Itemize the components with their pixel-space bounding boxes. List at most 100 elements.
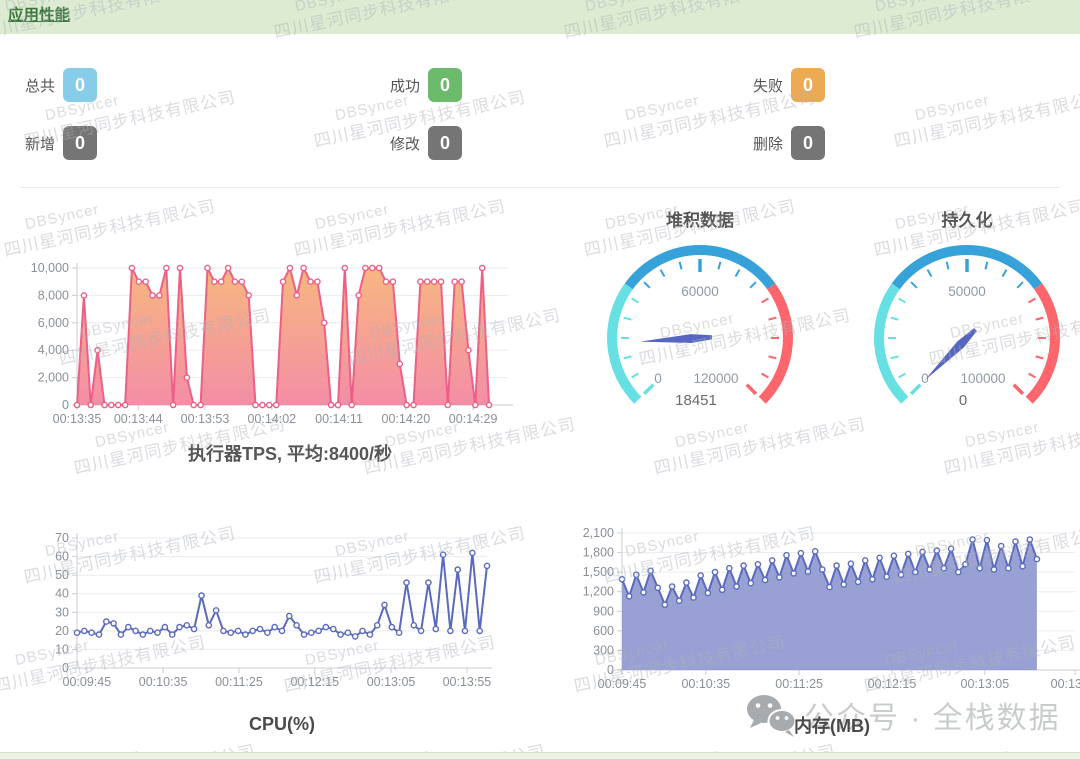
data-point-marker: [192, 626, 197, 631]
data-point-marker: [199, 593, 204, 598]
data-point-marker: [877, 555, 882, 560]
data-point-marker: [389, 625, 394, 630]
data-point-marker: [426, 580, 431, 585]
y-axis-label: 70: [55, 531, 69, 545]
series-area: [622, 540, 1037, 671]
stat-insert-label: 新增: [20, 133, 55, 154]
persist-gauge-title: 持久化: [842, 206, 1080, 231]
data-point-marker: [279, 628, 284, 633]
app-performance-page: 应用性能 总共 0 成功 0 失败 0 新增 0 修改 0 删除 0 堆积数据 …: [0, 0, 1080, 759]
data-point-marker: [239, 279, 244, 284]
data-point-marker: [170, 632, 175, 637]
data-point-marker: [466, 348, 471, 353]
data-point-marker: [662, 602, 667, 607]
x-axis-label: 00:13:05: [367, 675, 416, 689]
cpu-line-chart[interactable]: 01020304050607000:09:4500:10:3500:11:250…: [20, 525, 510, 690]
data-point-marker: [863, 558, 868, 563]
data-point-marker: [627, 594, 632, 599]
data-point-marker: [455, 567, 460, 572]
data-point-marker: [698, 573, 703, 578]
data-point-marker: [438, 279, 443, 284]
x-axis-label: 00:10:35: [681, 677, 730, 690]
stat-success: 成功 0: [385, 68, 462, 102]
data-point-marker: [315, 279, 320, 284]
data-point-marker: [274, 402, 279, 407]
data-point-marker: [827, 585, 832, 590]
memory-area-chart[interactable]: 03006009001,2001,5001,8002,10000:09:4500…: [558, 525, 1080, 690]
gauge-tick: [947, 262, 949, 270]
data-point-marker: [287, 265, 292, 270]
data-point-marker: [477, 628, 482, 633]
gauge-tick: [769, 356, 777, 358]
data-point-marker: [1013, 539, 1018, 544]
data-point-marker: [1027, 537, 1032, 542]
stat-update: 修改 0: [385, 126, 462, 160]
gauge-tick: [1029, 374, 1036, 378]
data-point-marker: [397, 630, 402, 635]
data-point-marker: [148, 628, 153, 633]
y-axis-label: 2,000: [38, 371, 69, 385]
y-axis-label: 30: [55, 605, 69, 619]
persist-gauge-chart[interactable]: 5000001000000: [842, 233, 1080, 423]
y-axis-label: 1,200: [583, 585, 614, 599]
data-point-marker: [301, 632, 306, 637]
tps-area-chart[interactable]: 02,0004,0006,0008,00010,00000:13:3500:13…: [20, 245, 520, 430]
data-point-marker: [133, 628, 138, 633]
data-point-marker: [390, 279, 395, 284]
data-point-marker: [741, 563, 746, 568]
stat-fail-badge: 0: [791, 68, 825, 102]
data-point-marker: [777, 575, 782, 580]
tps-chart-title: 执行器TPS, 平均:8400/秒: [40, 440, 540, 466]
x-axis-label: 00:14:29: [449, 412, 498, 426]
gauge-detail-value: 0: [959, 392, 967, 409]
gauge-tick: [899, 299, 906, 303]
data-point-marker: [798, 551, 803, 556]
data-point-marker: [906, 551, 911, 556]
data-point-marker: [329, 402, 334, 407]
data-point-marker: [970, 537, 975, 542]
data-point-marker: [813, 549, 818, 554]
gauge-tick: [891, 356, 899, 358]
data-point-marker: [720, 587, 725, 592]
app-performance-link[interactable]: 应用性能: [8, 0, 70, 32]
data-point-marker: [164, 265, 169, 270]
gauge-tick: [928, 270, 932, 277]
data-point-marker: [96, 632, 101, 637]
data-point-marker: [89, 630, 94, 635]
data-point-marker: [734, 584, 739, 589]
data-point-marker: [641, 590, 646, 595]
data-point-marker: [246, 293, 251, 298]
x-axis-label: 00:13:55: [443, 675, 492, 689]
gauge-tick: [736, 270, 740, 277]
data-point-marker: [977, 566, 982, 571]
gauge-tick: [747, 385, 756, 394]
data-point-marker: [157, 293, 162, 298]
data-point-marker: [228, 630, 233, 635]
data-point-marker: [95, 348, 100, 353]
bottom-strip: [0, 752, 1080, 759]
data-point-marker: [941, 566, 946, 571]
data-point-marker: [280, 279, 285, 284]
y-axis-label: 900: [593, 604, 614, 618]
gauge-max-label: 100000: [960, 371, 1005, 386]
data-point-marker: [150, 293, 155, 298]
y-axis-label: 60: [55, 550, 69, 564]
x-axis-label: 00:09:45: [598, 677, 647, 690]
stat-success-label: 成功: [385, 75, 420, 96]
gauge-tick: [644, 282, 650, 288]
gauge-tick: [769, 318, 777, 320]
stat-delete-label: 删除: [748, 133, 783, 154]
data-point-marker: [118, 632, 123, 637]
x-axis-label: 00:13:44: [114, 412, 163, 426]
data-point-marker: [294, 293, 299, 298]
data-point-marker: [184, 375, 189, 380]
stat-total-label: 总共: [20, 75, 55, 96]
data-point-marker: [236, 628, 241, 633]
stat-total: 总共 0: [20, 68, 97, 102]
data-point-marker: [212, 279, 217, 284]
x-axis-label: 00:13:53: [181, 412, 230, 426]
y-axis-label: 0: [607, 663, 614, 677]
gauge-tick: [661, 270, 665, 277]
backlog-gauge-chart[interactable]: 60000012000018451: [575, 233, 825, 423]
data-point-marker: [432, 279, 437, 284]
